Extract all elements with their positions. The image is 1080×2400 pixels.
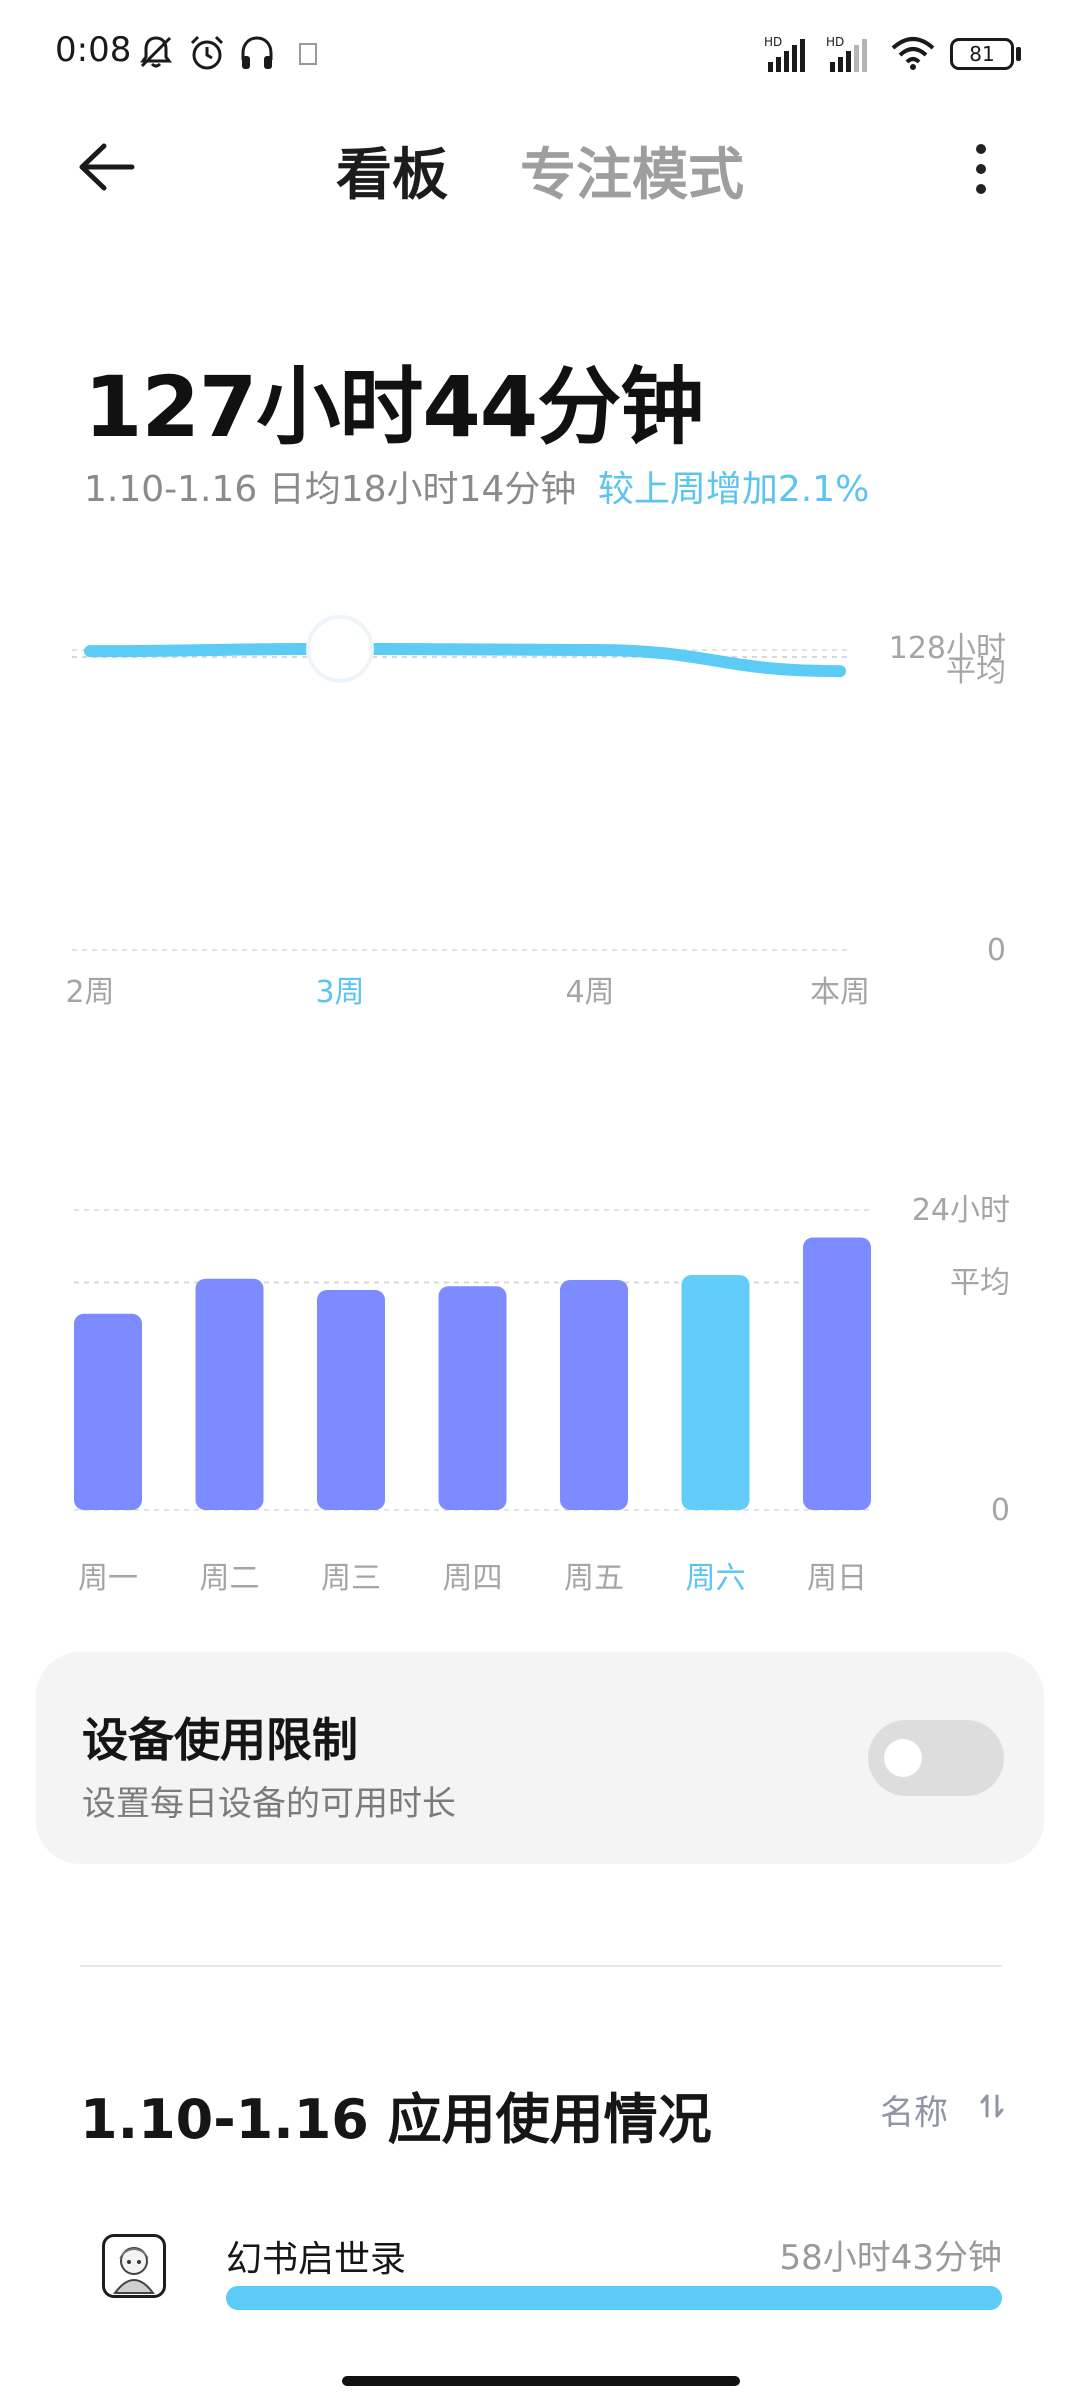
home-indicator[interactable] — [342, 2376, 740, 2386]
battery-icon: 81 — [950, 38, 1014, 70]
daily-x-label[interactable]: 周三 — [321, 1561, 381, 1596]
daily-x-label[interactable]: 周一 — [78, 1561, 138, 1596]
daily-bar[interactable] — [560, 1280, 628, 1510]
svg-text:HD: HD — [826, 35, 844, 49]
weekly-selected-point[interactable] — [306, 614, 374, 683]
battery-level: 81 — [969, 42, 995, 66]
device-limit-toggle[interactable] — [868, 1720, 1004, 1796]
divider — [80, 1965, 1002, 1967]
status-time: 0:08 — [55, 30, 132, 70]
more-options-icon[interactable] — [966, 138, 996, 198]
screen: 0:08 HD HD 81 看板 专注模式 127小时44分钟 1.10-1.1… — [0, 0, 1080, 2400]
summary-line: 1.10-1.16 日均18小时14分钟 较上周增加2.1% — [84, 460, 869, 512]
weekly-y-zero-label: 0 — [987, 933, 1006, 968]
weekly-x-label[interactable]: 本周 — [810, 975, 870, 1010]
toggle-knob — [884, 1739, 922, 1777]
daily-chart-svg[interactable]: 周一 周二 周三 周四 周五 周六 周日 24小时平均 0 — [0, 1170, 1080, 1600]
mute-bell-icon — [140, 36, 172, 68]
daily-bar[interactable] — [74, 1313, 142, 1510]
daily-y-zero-label: 0 — [991, 1493, 1010, 1528]
app-icon — [102, 2234, 166, 2298]
daily-bar[interactable] — [803, 1237, 871, 1511]
daily-x-label[interactable]: 周四 — [443, 1561, 503, 1596]
daily-y-avg-label: 平均 — [950, 1266, 1010, 1301]
app-usage-bar-track — [226, 2286, 1002, 2310]
weekly-x-label[interactable]: 3周 — [315, 975, 364, 1010]
daily-usage-chart[interactable]: 周一 周二 周三 周四 周五 周六 周日 24小时平均 0 — [0, 1170, 1080, 1600]
weekly-change-text: 较上周增加2.1% — [597, 469, 870, 510]
daily-x-label[interactable]: 周五 — [564, 1561, 624, 1596]
back-arrow-icon[interactable] — [70, 132, 140, 202]
weekly-x-label[interactable]: 2周 — [65, 975, 114, 1010]
notification-icon — [299, 43, 317, 65]
daily-average-text: 1.10-1.16 日均18小时14分钟 — [84, 469, 577, 510]
daily-x-label[interactable]: 周日 — [807, 1561, 867, 1596]
daily-bar[interactable] — [438, 1286, 507, 1510]
app-usage-bar — [226, 2286, 1002, 2310]
device-limit-card[interactable]: 设备使用限制 设置每日设备的可用时长 — [36, 1652, 1044, 1864]
weekly-trend-chart[interactable]: 2周 3周 4周 本周 128小时 平均 0 — [0, 600, 1080, 1020]
app-avatar-icon — [113, 2247, 155, 2294]
sort-by-name-button[interactable]: 名称 — [880, 2085, 948, 2134]
top-nav: 看板 专注模式 — [0, 110, 1080, 220]
weekly-trend-line — [84, 642, 846, 678]
headphones-icon — [241, 36, 273, 69]
daily-x-label[interactable]: 周二 — [200, 1561, 260, 1596]
app-usage-row[interactable]: 幻书启世录 58小时43分钟 — [0, 2220, 1080, 2340]
battery-tip — [1016, 47, 1021, 61]
signal-hd-icon: HD — [764, 35, 805, 72]
signal-hd-icon: HD — [826, 35, 867, 72]
alarm-icon — [190, 35, 224, 70]
total-usage-time: 127小时44分钟 — [84, 358, 704, 456]
weekly-y-avg-label: 平均 — [946, 654, 1006, 689]
app-usage-title: 1.10-1.16 应用使用情况 — [80, 2088, 712, 2151]
tab-dashboard[interactable]: 看板 — [336, 130, 448, 211]
daily-bar[interactable] — [681, 1275, 750, 1510]
daily-y-top-label: 24小时 — [912, 1193, 1010, 1228]
daily-x-label[interactable]: 周六 — [686, 1561, 746, 1596]
status-bar: 0:08 HD HD 81 — [0, 0, 1080, 110]
weekly-chart-svg[interactable]: 2周 3周 4周 本周128小时平均0 — [0, 600, 1080, 1020]
device-limit-subtitle: 设置每日设备的可用时长 — [82, 1784, 456, 1824]
daily-bar[interactable] — [317, 1290, 385, 1510]
app-usage-time: 58小时43分钟 — [779, 2238, 1002, 2278]
wifi-icon — [891, 37, 935, 70]
tab-focus-mode[interactable]: 专注模式 — [520, 130, 744, 211]
sort-icon[interactable] — [978, 2092, 1006, 2120]
svg-text:HD: HD — [764, 35, 782, 49]
weekly-x-label[interactable]: 4周 — [565, 975, 614, 1010]
app-name: 幻书启世录 — [226, 2239, 407, 2280]
daily-bar[interactable] — [195, 1278, 264, 1510]
device-limit-title: 设备使用限制 — [82, 1713, 358, 1767]
